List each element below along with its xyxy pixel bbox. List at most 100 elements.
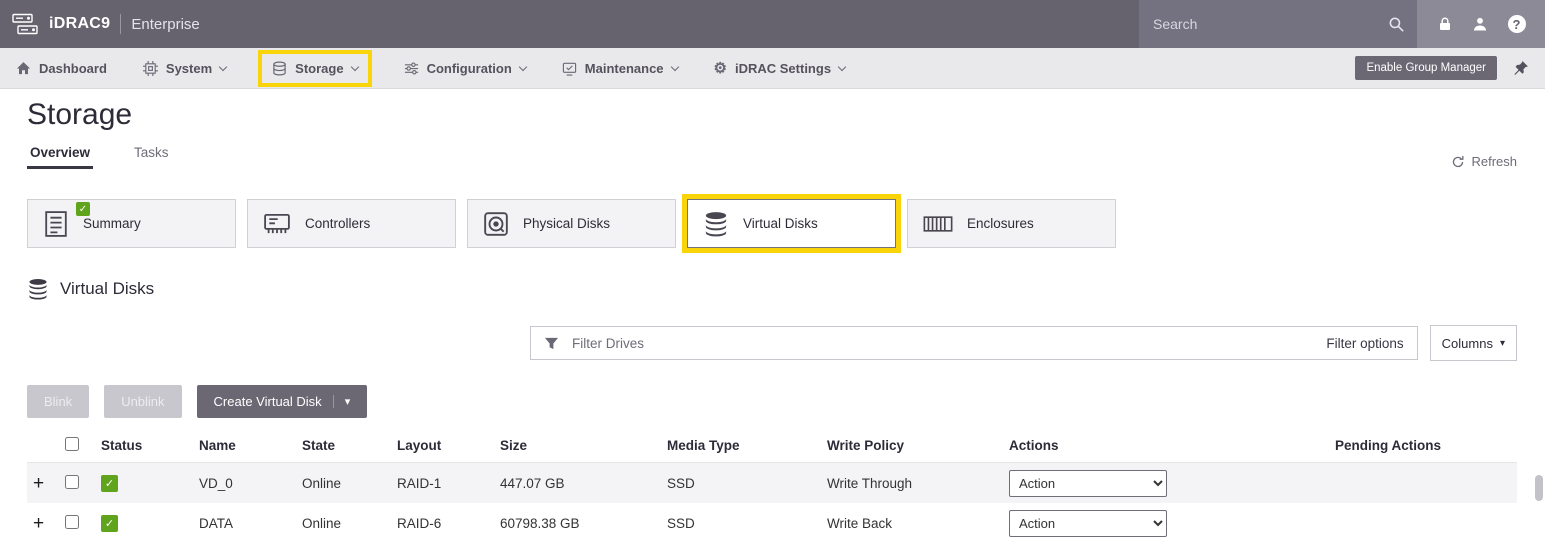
- vd-media-type: SSD: [667, 476, 827, 491]
- filter-options-button[interactable]: Filter options: [1326, 336, 1403, 351]
- card-label: Controllers: [305, 216, 370, 231]
- topbar-icon-group: ?: [1417, 0, 1545, 48]
- column-header-layout[interactable]: Layout: [397, 438, 500, 453]
- card-label: Virtual Disks: [743, 216, 818, 231]
- vd-name: DATA: [199, 516, 302, 531]
- card-enclosures[interactable]: Enclosures: [907, 199, 1116, 248]
- card-label: Physical Disks: [523, 216, 610, 231]
- status-ok-icon: ✓: [101, 475, 118, 492]
- column-header-state[interactable]: State: [302, 438, 397, 453]
- card-controllers[interactable]: Controllers: [247, 199, 456, 248]
- column-header-media-type[interactable]: Media Type: [667, 438, 827, 453]
- refresh-label: Refresh: [1471, 154, 1517, 169]
- virtual-disks-icon: [27, 278, 49, 300]
- search-panel: [1139, 0, 1417, 48]
- refresh-icon: [1451, 155, 1465, 169]
- chevron-down-icon: [350, 62, 358, 70]
- lock-icon[interactable]: [1437, 16, 1453, 32]
- card-label: Enclosures: [967, 216, 1034, 231]
- card-label: Summary: [83, 216, 141, 231]
- filter-row: Filter options Columns ▾: [530, 326, 1517, 361]
- row-action-select[interactable]: Action: [1009, 470, 1167, 497]
- blink-button[interactable]: Blink: [27, 385, 89, 418]
- search-icon[interactable]: [1388, 16, 1405, 33]
- virtual-disks-table: Status Name State Layout Size Media Type…: [27, 429, 1517, 543]
- nav-right: Enable Group Manager: [1355, 56, 1529, 80]
- gear-icon: ⚙: [714, 61, 727, 76]
- refresh-button[interactable]: Refresh: [1451, 154, 1517, 169]
- row-checkbox[interactable]: [65, 475, 79, 489]
- vd-state: Online: [302, 476, 397, 491]
- card-virtual-disks[interactable]: Virtual Disks: [687, 199, 896, 248]
- nav-item-maintenance[interactable]: Maintenance: [562, 61, 678, 76]
- vd-write-policy: Write Back: [827, 516, 1009, 531]
- help-icon[interactable]: ?: [1508, 15, 1526, 33]
- row-action-select[interactable]: Action: [1009, 510, 1167, 537]
- nav-item-label: Configuration: [427, 61, 512, 76]
- vd-layout: RAID-1: [397, 476, 500, 491]
- expand-row-button[interactable]: +: [27, 514, 65, 533]
- nav-item-label: iDRAC Settings: [735, 61, 831, 76]
- row-checkbox[interactable]: [65, 515, 79, 529]
- idrac-logo-icon: [12, 13, 39, 36]
- column-header-actions[interactable]: Actions: [1009, 438, 1319, 453]
- vd-size: 447.07 GB: [500, 476, 667, 491]
- column-header-size[interactable]: Size: [500, 438, 667, 453]
- funnel-icon: [544, 336, 559, 351]
- create-virtual-disk-label: Create Virtual Disk: [214, 394, 322, 409]
- expand-row-button[interactable]: +: [27, 474, 65, 493]
- vd-state: Online: [302, 516, 397, 531]
- tabs-row: Overview Tasks Refresh: [27, 136, 1517, 169]
- user-icon[interactable]: [1472, 16, 1488, 32]
- column-header-name[interactable]: Name: [199, 438, 302, 453]
- brand-divider: [120, 14, 121, 34]
- section-title: Virtual Disks: [60, 279, 154, 299]
- nav-item-system[interactable]: System: [143, 61, 226, 76]
- page-title: Storage: [27, 98, 1517, 132]
- scrollbar-thumb[interactable]: [1535, 475, 1543, 501]
- summary-ok-badge-icon: ✓: [76, 202, 90, 216]
- filter-drives-input[interactable]: [570, 335, 1315, 352]
- enable-group-manager-button[interactable]: Enable Group Manager: [1355, 56, 1497, 80]
- nav-item-label: Storage: [295, 61, 343, 76]
- columns-label: Columns: [1442, 336, 1493, 351]
- unblink-button[interactable]: Unblink: [104, 385, 181, 418]
- tab-overview[interactable]: Overview: [27, 136, 93, 169]
- create-virtual-disk-button[interactable]: Create Virtual Disk ▾: [197, 385, 368, 418]
- column-header-pending-actions[interactable]: Pending Actions: [1335, 438, 1501, 453]
- chevron-down-icon: [670, 62, 678, 70]
- maintenance-icon: [562, 61, 577, 76]
- storage-cards: ✓ Summary Controllers: [27, 199, 1517, 248]
- virtual-disks-icon: [703, 211, 729, 237]
- column-header-write-policy[interactable]: Write Policy: [827, 438, 1009, 453]
- caret-down-icon: ▾: [1500, 338, 1505, 349]
- filter-box: Filter options: [530, 326, 1418, 360]
- tab-tasks[interactable]: Tasks: [131, 136, 172, 169]
- nav-item-storage[interactable]: Storage: [262, 54, 367, 83]
- nav-item-label: Maintenance: [585, 61, 664, 76]
- table-header-row: Status Name State Layout Size Media Type…: [27, 429, 1517, 463]
- columns-button[interactable]: Columns ▾: [1430, 325, 1517, 361]
- select-all-checkbox[interactable]: [65, 437, 79, 451]
- enclosures-icon: [923, 214, 953, 234]
- chip-icon: [143, 61, 158, 76]
- card-physical-disks[interactable]: Physical Disks: [467, 199, 676, 248]
- vd-media-type: SSD: [667, 516, 827, 531]
- main-content: Storage Overview Tasks Refresh ✓ Summary: [0, 98, 1545, 543]
- sliders-icon: [404, 61, 419, 76]
- pin-icon[interactable]: [1513, 60, 1529, 76]
- table-row: + ✓ DATA Online RAID-6 60798.38 GB SSD W…: [27, 503, 1517, 543]
- chevron-down-icon: [219, 62, 227, 70]
- nav-item-configuration[interactable]: Configuration: [404, 61, 526, 76]
- vd-size: 60798.38 GB: [500, 516, 667, 531]
- nav-item-idrac-settings[interactable]: ⚙ iDRAC Settings: [714, 61, 846, 76]
- search-input[interactable]: [1151, 15, 1380, 33]
- vd-name: VD_0: [199, 476, 302, 491]
- vd-write-policy: Write Through: [827, 476, 1009, 491]
- controllers-icon: [263, 212, 291, 236]
- card-summary[interactable]: ✓ Summary: [27, 199, 236, 248]
- nav-item-dashboard[interactable]: Dashboard: [16, 61, 107, 76]
- home-icon: [16, 61, 31, 76]
- column-header-status[interactable]: Status: [101, 438, 199, 453]
- chevron-down-icon: [519, 62, 527, 70]
